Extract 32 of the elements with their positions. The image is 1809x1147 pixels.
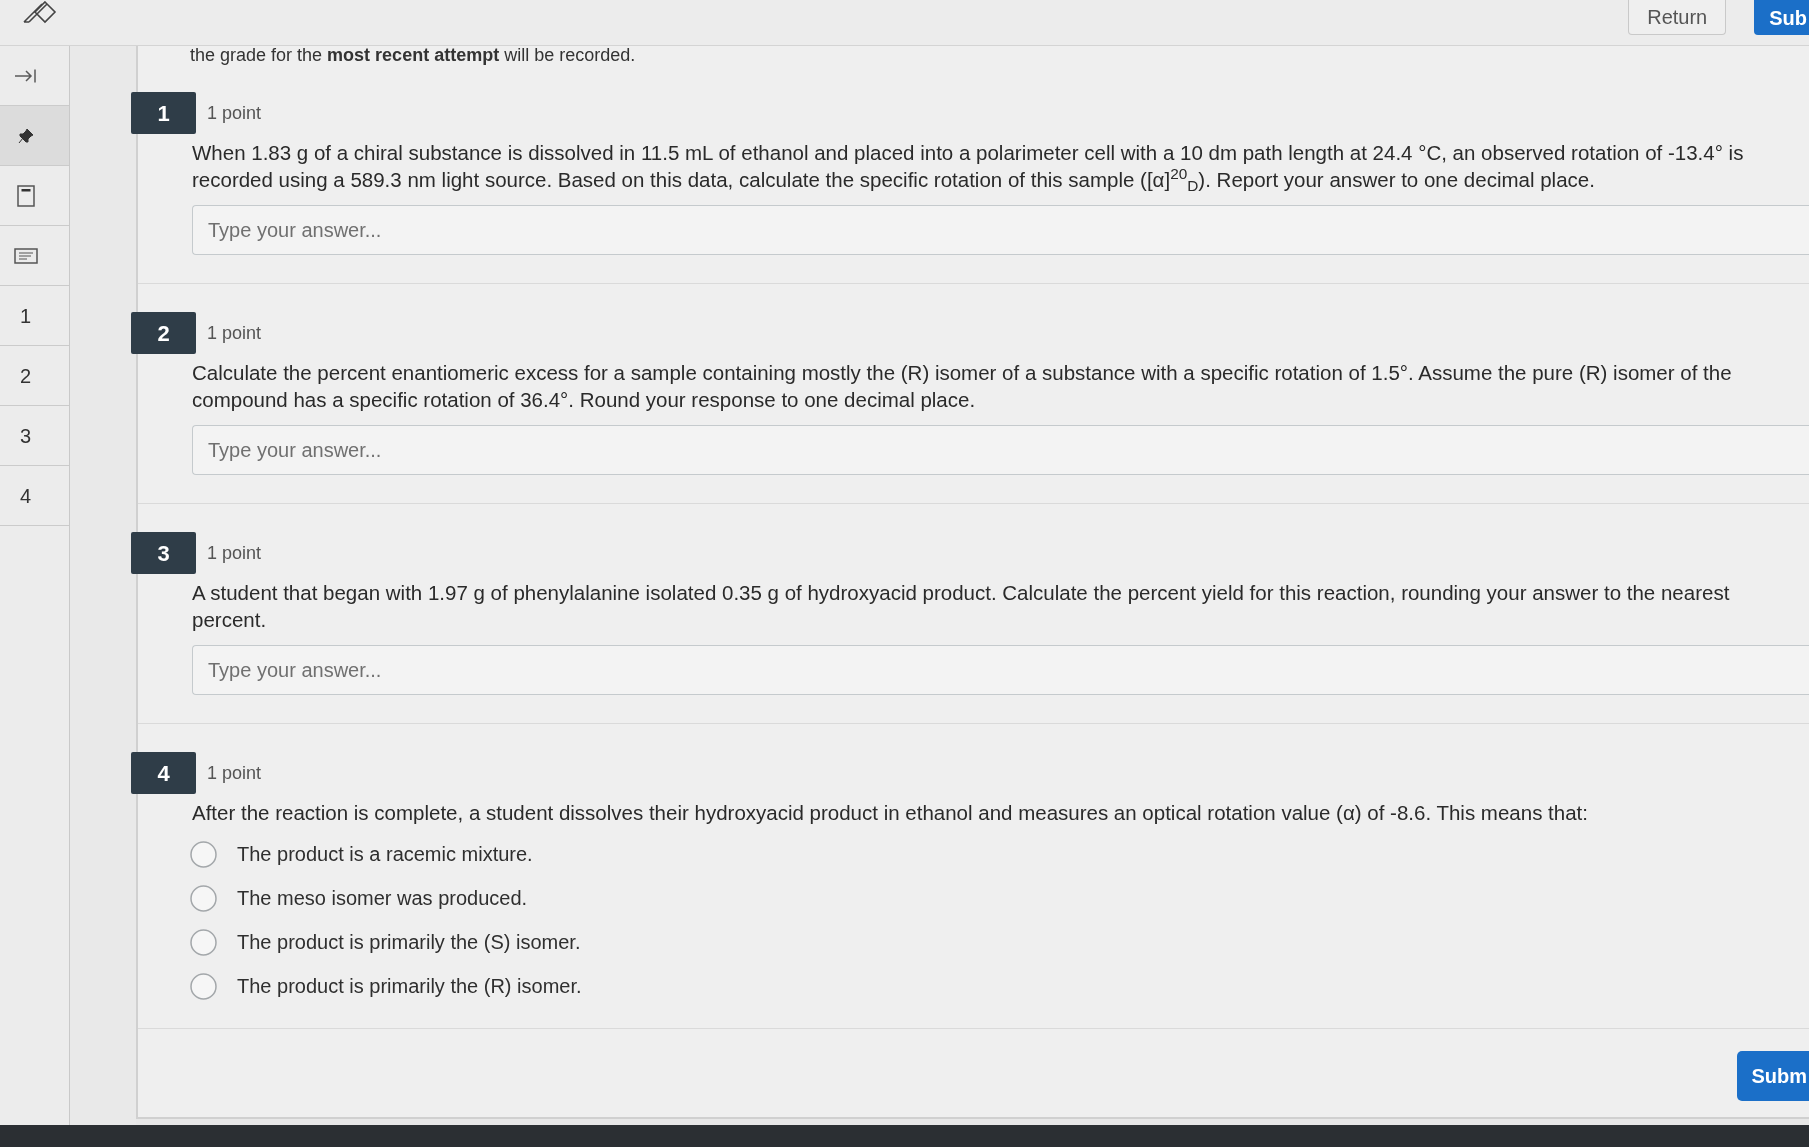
- submit-button[interactable]: Sub: [1754, 0, 1809, 35]
- submit-button[interactable]: Subm: [1737, 1051, 1809, 1101]
- points-label: 1 point: [207, 321, 262, 345]
- question-text: After the reaction is complete, a student dissolves their hydroxyacid product in ethanol and measures an optical rotation value (α) of -8.6. This means that:: [192, 800, 1589, 826]
- radio-button[interactable]: [190, 840, 217, 868]
- question-number: 1: [131, 92, 196, 134]
- document-icon: [16, 184, 35, 207]
- option-label: The meso isomer was produced.: [237, 886, 528, 911]
- option-label: The product is a racemic mixture.: [237, 842, 533, 867]
- points-label: 1 point: [207, 101, 262, 125]
- collapse-arrow-icon: [13, 67, 38, 84]
- question-text: When 1.83 g of a chiral substance is dissolved in 11.5 mL of ethanol and placed into a polarimeter cell with a 10 dm path length at 24.4 °C, an observed rotation of -13.4° is recorded using a 589.3 nm light source. Based on this data, calculate the specific rotation of this sample ([α]$^{20}$$_{D}$). Report your answer to one decimal place.: [192, 140, 1745, 193]
- points-label: 1 point: [207, 541, 262, 565]
- question-number: 4: [131, 752, 196, 794]
- question-number: 3: [131, 532, 196, 574]
- answer-field[interactable]: Type your answer...: [192, 645, 1809, 695]
- question-text: Calculate the percent enantiomeric excess for a sample containing mostly the (R) isomer of a substance with a specific rotation of 1.5°. Assume the pure (R) isomer of the compound has a specific rotation of 36.4°. Round your response to one decimal place.: [192, 360, 1733, 413]
- radio-button[interactable]: [190, 884, 217, 912]
- return-button[interactable]: Return: [1628, 0, 1727, 35]
- question-number: 2: [131, 312, 196, 354]
- option-label: The product is primarily the (S) isomer.: [237, 930, 581, 955]
- list-icon: [13, 247, 38, 264]
- radio-button[interactable]: [190, 972, 217, 1000]
- radio-button[interactable]: [190, 928, 217, 956]
- pin-icon: [17, 127, 34, 144]
- points-label: 1 point: [207, 761, 262, 785]
- answer-field[interactable]: Type your answer...: [192, 425, 1809, 475]
- sidebar-button[interactable]: [0, 106, 69, 166]
- answer-field[interactable]: Type your answer...: [192, 205, 1809, 255]
- notice-text: the grade for the most recent attempt will be recorded.: [190, 46, 637, 64]
- question-text: A student that began with 1.97 g of phenylalanine isolated 0.35 g of hydroxyacid product. Calculate the percent yield for this reaction, rounding your answer to the nearest percent.: [192, 580, 1731, 633]
- option-label: The product is primarily the (R) isomer.: [237, 974, 582, 999]
